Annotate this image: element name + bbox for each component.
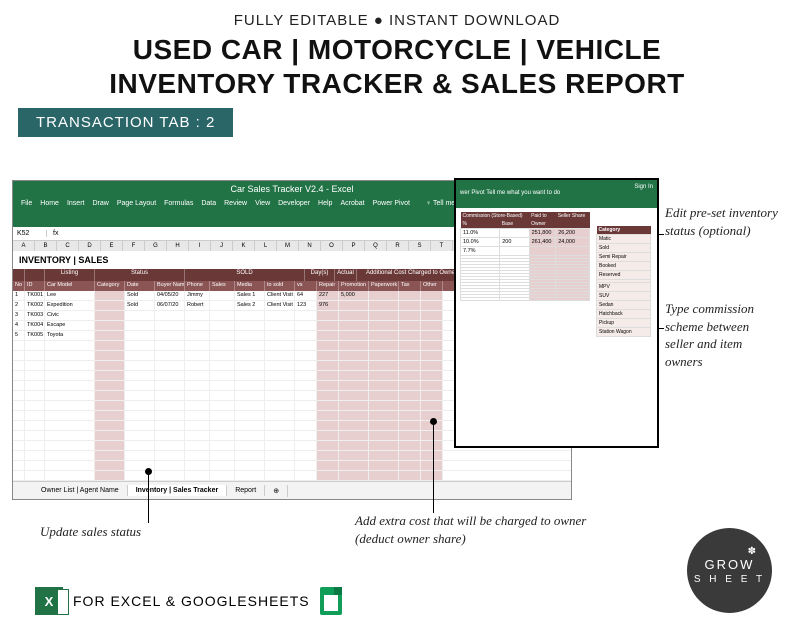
platform-icons-row: X FOR EXCEL & GOOGLESHEETS bbox=[35, 587, 342, 615]
excel-icon: X bbox=[35, 587, 63, 615]
table-row[interactable] bbox=[13, 451, 571, 461]
callout-commission: Type commission scheme between seller an… bbox=[665, 300, 780, 370]
googlesheets-icon bbox=[320, 587, 342, 615]
table-row[interactable] bbox=[13, 471, 571, 481]
excel-screenshot-overlay: Sign In wer Pivot Tell me what you want … bbox=[454, 178, 659, 448]
for-platforms-text: FOR EXCEL & GOOGLESHEETS bbox=[73, 593, 310, 609]
title-line-1: USED CAR | MOTORCYCLE | VEHICLE bbox=[20, 33, 774, 67]
overlay-ribbon: Sign In wer Pivot Tell me what you want … bbox=[456, 180, 657, 208]
transaction-tab-badge: TRANSACTION TAB : 2 bbox=[18, 108, 233, 137]
ribbon-tab[interactable]: Formulas bbox=[164, 200, 193, 207]
category-header: Category bbox=[597, 226, 651, 235]
grow-sheet-badge: ✽ GROW S H E E T bbox=[687, 528, 772, 613]
ribbon-tab[interactable]: File bbox=[21, 200, 32, 207]
ribbon-tab[interactable]: Insert bbox=[67, 200, 85, 207]
table-row[interactable] bbox=[13, 461, 571, 471]
ribbon-tab[interactable]: Acrobat bbox=[340, 200, 364, 207]
badge-line-2: S H E E T bbox=[694, 574, 765, 585]
overlay-ribbon-text: wer Pivot Tell me what you want to do bbox=[460, 190, 653, 196]
ribbon-tab[interactable]: Developer bbox=[278, 200, 310, 207]
ribbon-tab[interactable]: Power Pivot bbox=[373, 200, 410, 207]
ribbon-tab[interactable]: Help bbox=[318, 200, 332, 207]
ribbon-tab[interactable]: Review bbox=[224, 200, 247, 207]
flower-icon: ✽ bbox=[748, 546, 756, 557]
top-tagline: FULLY EDITABLE ● INSTANT DOWNLOAD bbox=[0, 0, 794, 29]
callout-sales-status: Update sales status bbox=[40, 523, 240, 541]
ribbon-tab[interactable]: View bbox=[255, 200, 270, 207]
ribbon-tab[interactable]: Data bbox=[201, 200, 216, 207]
category-table[interactable]: Category MaticSoldSemi RepairBookedReser… bbox=[596, 226, 651, 337]
main-title: USED CAR | MOTORCYCLE | VEHICLE INVENTOR… bbox=[0, 29, 794, 108]
badge-line-1: GROW bbox=[705, 557, 755, 572]
callout-line bbox=[148, 473, 149, 523]
callout-line bbox=[433, 423, 434, 513]
sheet-tab[interactable]: Inventory | Sales Tracker bbox=[128, 485, 228, 496]
name-box[interactable]: K52 bbox=[17, 230, 47, 237]
ribbon-tab[interactable]: Draw bbox=[92, 200, 108, 207]
commission-table[interactable]: Commission (Store-Based)Paid toSeller Sh… bbox=[460, 212, 590, 301]
ribbon-tab[interactable]: Page Layout bbox=[117, 200, 156, 207]
callout-extra-cost: Add extra cost that will be charged to o… bbox=[355, 512, 595, 547]
title-line-2: INVENTORY TRACKER & SALES REPORT bbox=[20, 67, 774, 101]
sheet-tab[interactable]: Owner List | Agent Name bbox=[33, 485, 128, 496]
sheet-tabs[interactable]: Owner List | Agent NameInventory | Sales… bbox=[13, 481, 571, 499]
ribbon-tab[interactable]: Home bbox=[40, 200, 59, 207]
sheet-tab[interactable]: Report bbox=[227, 485, 265, 496]
callout-edit-status: Edit pre-set inventory status (optional) bbox=[665, 204, 780, 239]
